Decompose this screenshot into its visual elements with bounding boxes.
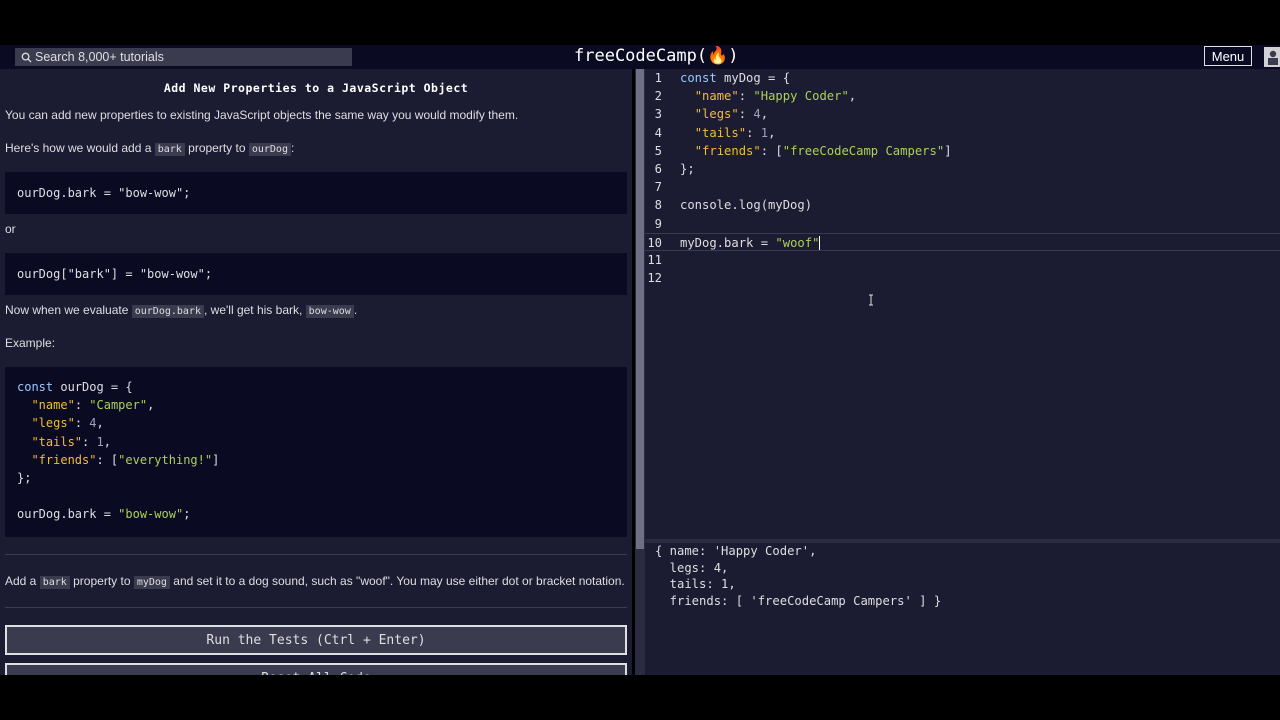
text: , we'll get his bark, — [203, 303, 306, 317]
console-line: legs: 4, — [655, 560, 729, 575]
code-example-dot: ourDog.bark = "bow-wow"; — [5, 172, 627, 214]
reset-code-button[interactable]: Reset All Code — [5, 663, 627, 675]
search-input[interactable]: Search 8,000+ tutorials — [15, 48, 352, 66]
text: property to — [184, 141, 249, 155]
text: property to — [69, 574, 134, 588]
code-example-full: const ourDog = { "name": "Camper", "legs… — [5, 367, 627, 537]
editor-line[interactable]: 8 console.log(myDog) — [645, 196, 1280, 214]
lesson-intro: You can add new properties to existing J… — [5, 108, 519, 122]
inline-code: ourDog.bark — [131, 305, 204, 318]
editor-line[interactable]: 3 "legs": 4, — [645, 105, 1280, 123]
lesson-title: Add New Properties to a JavaScript Objec… — [163, 81, 469, 95]
output-console: { name: 'Happy Coder', legs: 4, tails: 1… — [645, 543, 1280, 675]
editor-line[interactable]: 12 — [645, 269, 1280, 287]
text: Now when we evaluate — [5, 303, 132, 317]
console-line: friends: [ 'freeCodeCamp Campers' ] } — [655, 593, 942, 608]
console-line: { name: 'Happy Coder', — [655, 544, 817, 558]
inline-code: bark — [154, 143, 185, 156]
lesson-paragraph-3: Now when we evaluate ourDog.bark, we'll … — [5, 303, 358, 318]
text: and set it to a dog sound, such as "woof… — [169, 574, 625, 588]
inline-code: myDog — [133, 576, 170, 589]
text: : — [290, 141, 295, 155]
code-line: ourDog.bark = "bow-wow"; — [17, 507, 191, 522]
menu-button[interactable]: Menu — [1204, 46, 1252, 66]
editor-line[interactable]: 7 — [645, 178, 1280, 196]
inline-code: bark — [39, 576, 70, 589]
editor-line[interactable]: 9 — [645, 215, 1280, 233]
editor-line-active[interactable]: 10 myDog.bark = "woof" — [645, 232, 1280, 251]
code-line: "friends": ["everything!"] — [31, 452, 220, 467]
lesson-panel: Add New Properties to a JavaScript Objec… — [0, 69, 632, 675]
text: . — [353, 303, 358, 317]
text: Add a — [5, 574, 40, 588]
console-line: tails: 1, — [655, 577, 736, 591]
editor-line[interactable]: 6}; — [645, 160, 1280, 178]
editor-line[interactable]: 4 "tails": 1, — [645, 124, 1280, 142]
search-icon — [17, 48, 35, 66]
task-instructions: Add a bark property to myDog and set it … — [5, 574, 625, 589]
scrollbar-thumb[interactable] — [636, 69, 644, 549]
mouse-ibeam-cursor-icon — [868, 294, 873, 306]
code-line: "tails": 1, — [31, 434, 111, 449]
run-tests-button[interactable]: Run the Tests (Ctrl + Enter) — [5, 625, 627, 655]
lesson-paragraph-2: Here's how we would add a bark property … — [5, 141, 295, 156]
code-line: "legs": 4, — [31, 416, 104, 431]
inline-code: bow-wow — [305, 305, 354, 318]
code-line: const ourDog = { — [17, 380, 133, 394]
or-text: or — [5, 222, 16, 236]
text-cursor — [819, 236, 821, 251]
editor-line[interactable]: 1 const myDog = { — [645, 69, 1280, 87]
code-line: ourDog.bark = "bow-wow"; — [17, 186, 191, 200]
brand-logo[interactable]: freeCodeCamp(🔥) — [574, 45, 738, 69]
code-line: }; — [17, 470, 32, 485]
editor-line[interactable]: 2 "name": "Happy Coder", — [645, 87, 1280, 105]
text: Here's how we would add a — [5, 141, 155, 155]
top-navbar: Search 8,000+ tutorials freeCodeCamp(🔥) … — [0, 45, 1280, 69]
editor-line[interactable]: 5 "friends": ["freeCodeCamp Campers"] — [645, 142, 1280, 160]
editor-line[interactable]: 11 — [645, 251, 1280, 269]
divider — [5, 607, 627, 608]
lesson-scrollbar[interactable] — [635, 69, 645, 675]
code-line: "name": "Camper", — [31, 398, 155, 413]
code-example-bracket: ourDog["bark"] = "bow-wow"; — [5, 253, 627, 295]
avatar[interactable] — [1264, 47, 1280, 67]
code-editor[interactable]: 1 const myDog = { 2 "name": "Happy Coder"… — [645, 69, 1280, 539]
example-label: Example: — [5, 336, 56, 350]
search-placeholder: Search 8,000+ tutorials — [35, 50, 164, 64]
divider — [5, 554, 627, 555]
code-line: ourDog["bark"] = "bow-wow"; — [17, 267, 213, 281]
inline-code: ourDog — [248, 143, 291, 156]
